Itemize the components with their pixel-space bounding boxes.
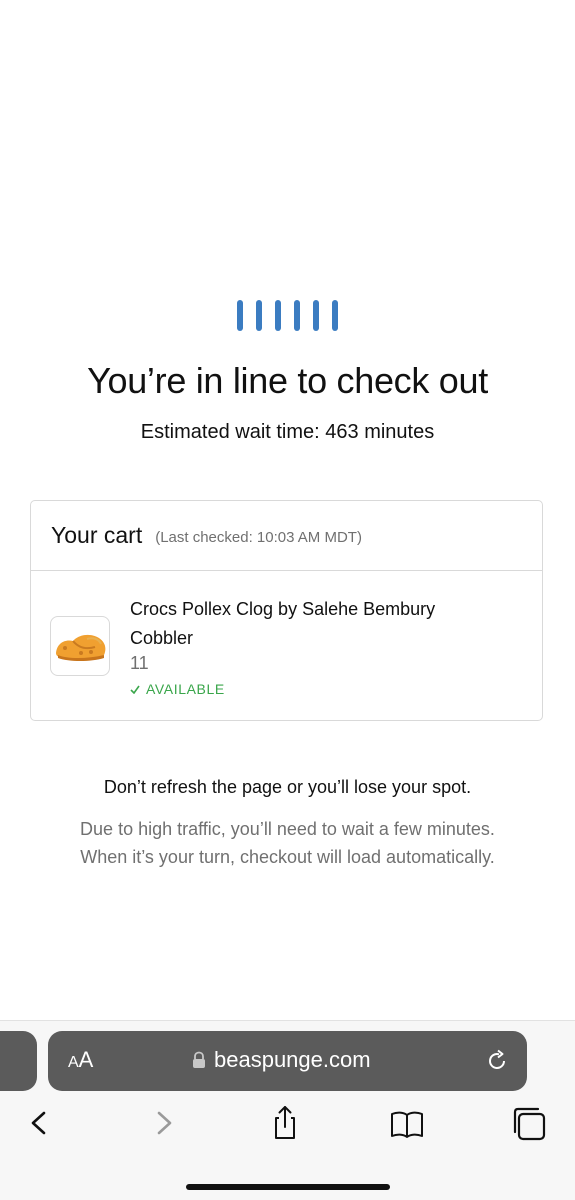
refresh-warning: Don’t refresh the page or you’ll lose yo… bbox=[103, 777, 472, 797]
reload-icon[interactable] bbox=[485, 1049, 509, 1073]
loader-bar bbox=[237, 300, 243, 331]
availability-status: AVAILABLE bbox=[130, 681, 225, 697]
traffic-info-line: When it’s your turn, checkout will load … bbox=[80, 847, 495, 867]
address-bar[interactable]: AA beaspunge.com bbox=[48, 1031, 527, 1091]
loader-bar bbox=[256, 300, 262, 331]
bookmarks-icon[interactable] bbox=[389, 1105, 425, 1141]
loader-bar bbox=[332, 300, 338, 331]
home-indicator[interactable] bbox=[186, 1184, 390, 1190]
queue-title: You’re in line to check out bbox=[87, 360, 488, 401]
traffic-info: Due to high traffic, you’ll need to wait… bbox=[0, 815, 575, 871]
text-size-large-label: A bbox=[78, 1047, 94, 1072]
url-text: beaspunge.com bbox=[214, 1047, 371, 1072]
tabs-icon[interactable] bbox=[511, 1105, 547, 1141]
clog-shoe-icon bbox=[50, 616, 110, 676]
status-label: AVAILABLE bbox=[146, 681, 225, 697]
wait-time: Estimated wait time: 463 minutes bbox=[140, 421, 435, 443]
previous-tab-preview[interactable] bbox=[0, 1031, 37, 1091]
cart-item: Crocs Pollex Clog by Salehe Bembury Cobb… bbox=[31, 571, 542, 721]
loader-bar bbox=[275, 300, 281, 331]
loading-indicator bbox=[0, 300, 575, 331]
item-size: 11 bbox=[130, 653, 149, 673]
last-checked: (Last checked: 10:03 AM MDT) bbox=[155, 528, 362, 546]
text-size-small-label: A bbox=[68, 1054, 79, 1071]
loader-bar bbox=[294, 300, 300, 331]
check-icon bbox=[130, 685, 140, 694]
lock-icon bbox=[193, 1051, 205, 1068]
loader-bar bbox=[313, 300, 319, 331]
browser-toolbar bbox=[0, 1105, 575, 1145]
forward-icon[interactable] bbox=[146, 1105, 182, 1141]
cart-card: Your cart (Last checked: 10:03 AM MDT) C… bbox=[30, 500, 543, 721]
url-display[interactable]: beaspunge.com bbox=[192, 1047, 371, 1073]
traffic-info-line: Due to high traffic, you’ll need to wait… bbox=[80, 819, 495, 839]
text-size-button[interactable]: AA bbox=[68, 1047, 93, 1073]
cart-header: Your cart (Last checked: 10:03 AM MDT) bbox=[31, 501, 542, 571]
share-icon[interactable] bbox=[267, 1105, 303, 1141]
browser-bottom-bar: AA beaspunge.com bbox=[0, 1020, 575, 1200]
item-name: Crocs Pollex Clog by Salehe Bembury Cobb… bbox=[130, 599, 436, 648]
cart-title: Your cart bbox=[51, 522, 143, 548]
back-icon[interactable] bbox=[21, 1105, 57, 1141]
